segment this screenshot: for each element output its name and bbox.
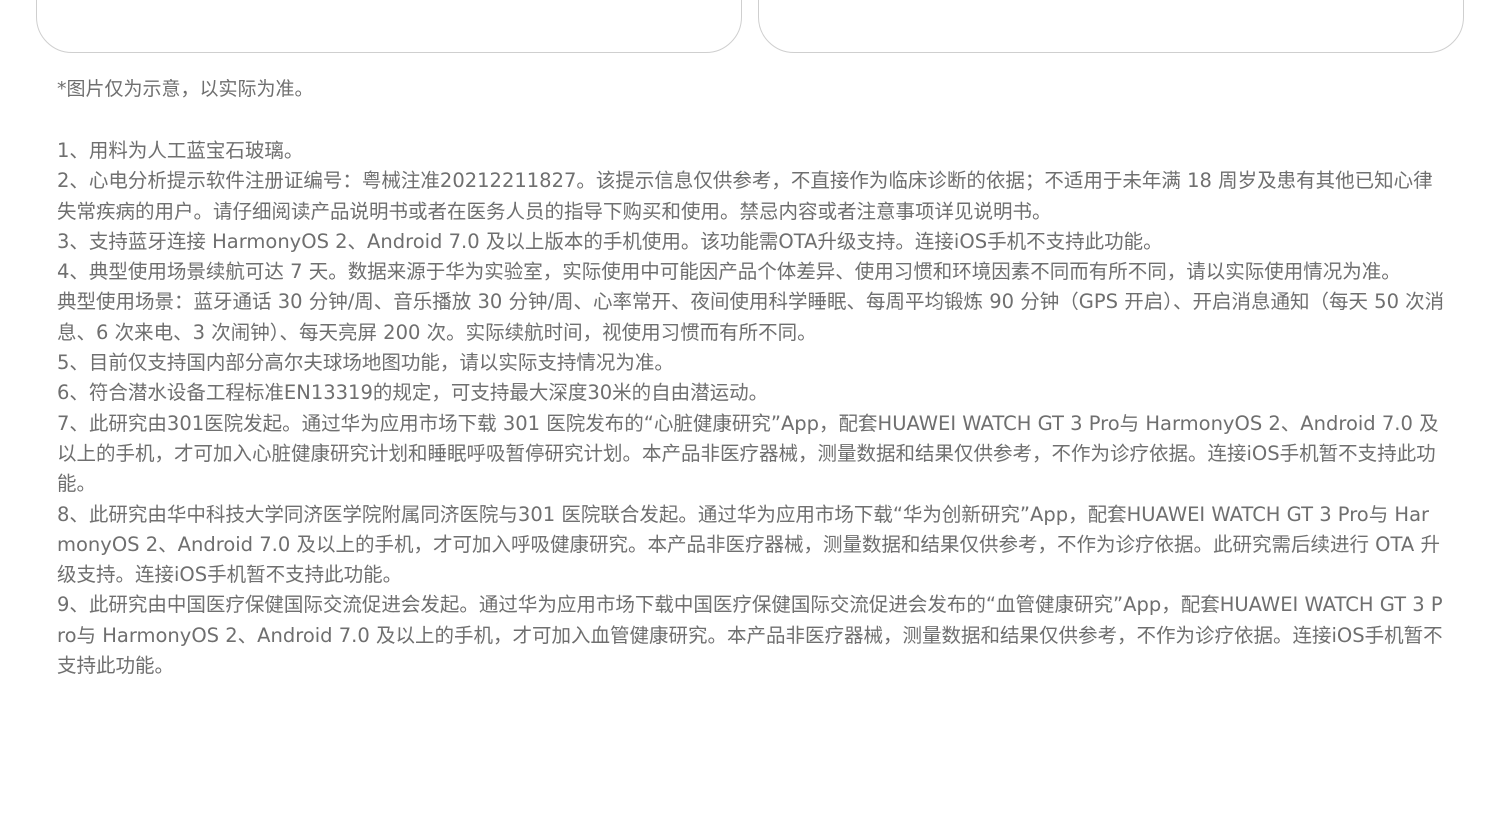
image-card-left: [36, 0, 742, 53]
footnote-4: 4、典型使用场景续航可达 7 天。数据来源于华为实验室，实际使用中可能因产品个体…: [57, 260, 1401, 284]
footnote-6: 6、符合潜水设备工程标准EN13319的规定，可支持最大深度30米的自由潜运动。: [57, 381, 769, 405]
footnote-5: 5、目前仅支持国内部分高尔夫球场地图功能，请以实际支持情况为准。: [57, 351, 674, 375]
footnote-8: 8、此研究由华中科技大学同济医学院附属同济医院与301 医院联合发起。通过华为应…: [57, 502, 1440, 587]
image-card-right: [758, 0, 1464, 53]
image-disclaimer: *图片仅为示意，以实际为准。: [57, 78, 314, 100]
footnote-4-scenario: 典型使用场景：蓝牙通话 30 分钟/周、音乐播放 30 分钟/周、心率常开、夜间…: [57, 290, 1445, 344]
footnote-7: 7、此研究由301医院发起。通过华为应用市场下载 301 医院发布的“心脏健康研…: [57, 411, 1439, 496]
footnote-3: 3、支持蓝牙连接 HarmonyOS 2、Android 7.0 及以上版本的手…: [57, 229, 1163, 253]
footnote-2: 2、心电分析提示软件注册证编号：粤械注准20212211827。该提示信息仅供参…: [57, 169, 1433, 223]
footnote-9: 9、此研究由中国医疗保健国际交流促进会发起。通过华为应用市场下载中国医疗保健国际…: [57, 593, 1443, 678]
footnote-1: 1、用料为人工蓝宝石玻璃。: [57, 139, 304, 162]
footnotes-list: 1、用料为人工蓝宝石玻璃。 2、心电分析提示软件注册证编号：粤械注准202122…: [57, 136, 1447, 681]
